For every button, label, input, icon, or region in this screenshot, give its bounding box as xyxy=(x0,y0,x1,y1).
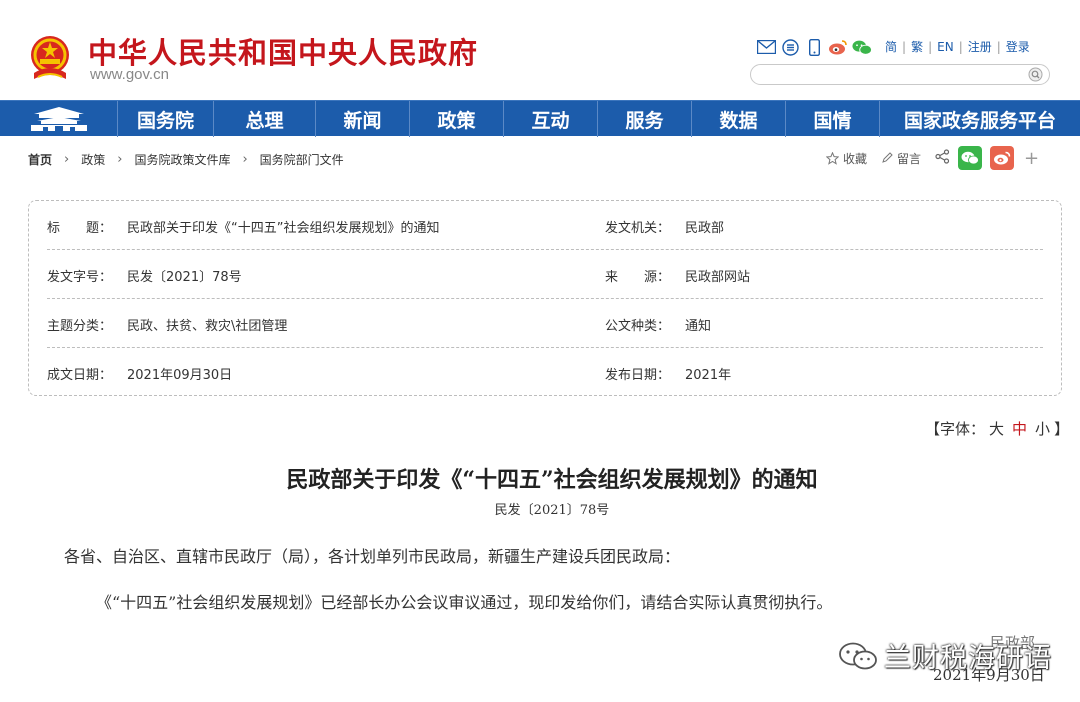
doc-type-value: 通知 xyxy=(685,319,712,334)
article-paragraph: 各省、自治区、直辖市民政厅（局），各计划单列市民政局，新疆生产建设兵团民政局： xyxy=(64,547,681,566)
lang-english-link[interactable]: EN xyxy=(937,40,954,54)
mobile-icon[interactable] xyxy=(804,38,824,56)
separator: | xyxy=(928,39,933,54)
issuer-label: 发文机关： xyxy=(605,221,671,236)
topic-label: 主题分类： xyxy=(47,319,113,334)
nav-item-policy[interactable]: 政策 xyxy=(410,101,504,137)
issuer-value: 民政部 xyxy=(685,221,725,236)
chevron-right-icon: › xyxy=(117,152,123,167)
nav-item-premier[interactable]: 总理 xyxy=(214,101,316,137)
share-wechat-button[interactable] xyxy=(958,146,983,170)
comment-button[interactable]: 留言 xyxy=(881,150,921,167)
source-value: 民政部网站 xyxy=(685,270,751,285)
info-row: 发文字号： 民发〔2021〕78号 来 源： 民政部网站 xyxy=(47,250,1043,299)
font-large-button[interactable]: 大 xyxy=(989,420,1004,438)
nav-item-service-platform[interactable]: 国家政务服务平台 xyxy=(880,101,1080,137)
article-doc-number: 民发〔2021〕78号 xyxy=(494,503,610,518)
doc-type-label: 公文种类： xyxy=(605,319,671,334)
info-row: 标 题： 民政部关于印发《“十四五”社会组织发展规划》的通知 发文机关： 民政部 xyxy=(47,201,1043,250)
doc-number-value: 民发〔2021〕78号 xyxy=(127,270,242,285)
main-nav: 国务院 总理 新闻 政策 互动 服务 数据 国情 国家政务服务平台 xyxy=(0,100,1080,137)
font-small-button[interactable]: 小 xyxy=(1035,420,1050,438)
document-info-table: 标 题： 民政部关于印发《“十四五”社会组织发展规划》的通知 发文机关： 民政部… xyxy=(28,200,1062,396)
wechat-watermark-icon xyxy=(839,642,877,669)
source-label: 来 源： xyxy=(605,270,671,285)
lang-simplified-link[interactable]: 简 xyxy=(885,38,897,55)
share-weibo-button[interactable] xyxy=(990,146,1015,170)
signature-date: 2021年9月30日 xyxy=(933,666,1045,684)
nav-item-news[interactable]: 新闻 xyxy=(316,101,410,137)
more-share-icon[interactable]: + xyxy=(1024,148,1039,169)
weibo-icon[interactable] xyxy=(828,38,848,56)
mail-icon[interactable] xyxy=(756,38,776,56)
doc-number-label: 发文字号： xyxy=(47,270,113,285)
separator: | xyxy=(996,39,1001,54)
topic-value: 民政、扶贫、救灾\社团管理 xyxy=(127,319,288,334)
nav-item-data[interactable]: 数据 xyxy=(692,101,786,137)
font-control-close: 】 xyxy=(1054,420,1070,438)
favorite-label: 收藏 xyxy=(843,151,868,166)
wechat-icon xyxy=(961,151,979,165)
info-row: 成文日期： 2021年09月30日 发布日期： 2021年 xyxy=(47,348,1043,397)
national-emblem-logo[interactable] xyxy=(26,33,74,85)
top-icon-bar xyxy=(756,37,872,57)
written-date-value: 2021年09月30日 xyxy=(127,368,233,383)
search-input[interactable] xyxy=(750,64,1050,85)
favorite-button[interactable]: 收藏 xyxy=(826,150,867,167)
nav-item-national-info[interactable]: 国情 xyxy=(786,101,880,137)
chevron-right-icon: › xyxy=(64,152,70,167)
nav-item-interaction[interactable]: 互动 xyxy=(504,101,598,137)
title-value: 民政部关于印发《“十四五”社会组织发展规划》的通知 xyxy=(127,221,440,236)
share-icon[interactable] xyxy=(935,149,950,167)
font-medium-button[interactable]: 中 xyxy=(1012,420,1027,438)
article-title: 民政部关于印发《“十四五”社会组织发展规划》的通知 xyxy=(286,467,818,493)
article-paragraph: 《“十四五”社会组织发展规划》已经部长办公会议审议通过，现印发给你们，请结合实际… xyxy=(96,593,833,612)
breadcrumb-policy-library[interactable]: 国务院政策文件库 xyxy=(134,151,230,168)
article-tools: 收藏 留言 + xyxy=(826,146,1039,170)
lang-traditional-link[interactable]: 繁 xyxy=(911,38,923,55)
font-control-open: 【字体： xyxy=(925,420,986,438)
written-date-label: 成文日期： xyxy=(47,368,113,383)
title-label: 标 题： xyxy=(47,221,113,236)
breadcrumb-home[interactable]: 首页 xyxy=(28,151,52,168)
info-row: 主题分类： 民政、扶贫、救灾\社团管理 公文种类： 通知 xyxy=(47,299,1043,348)
rss-icon[interactable] xyxy=(780,38,800,56)
tiananmen-icon xyxy=(30,107,87,131)
pencil-icon xyxy=(882,152,893,163)
publish-date-label: 发布日期： xyxy=(605,368,671,383)
site-url[interactable]: www.gov.cn xyxy=(90,66,169,83)
chevron-right-icon: › xyxy=(242,152,248,167)
wechat-icon[interactable] xyxy=(852,38,872,56)
search-icon[interactable] xyxy=(1028,67,1043,82)
separator: | xyxy=(958,39,963,54)
nav-home-logo[interactable] xyxy=(0,101,118,137)
nav-item-service[interactable]: 服务 xyxy=(598,101,692,137)
star-icon xyxy=(826,151,839,165)
comment-label: 留言 xyxy=(897,151,922,166)
top-links: 简 | 繁 | EN | 注册 | 登录 xyxy=(885,38,1030,55)
weibo-icon xyxy=(994,151,1011,165)
register-link[interactable]: 注册 xyxy=(968,38,992,55)
site-header: 中华人民共和国中央人民政府 www.gov.cn 简 | 繁 | EN | 注册… xyxy=(0,0,1080,100)
nav-item-state-council[interactable]: 国务院 xyxy=(118,101,214,137)
breadcrumb-policy[interactable]: 政策 xyxy=(81,151,105,168)
login-link[interactable]: 登录 xyxy=(1006,38,1030,55)
separator: | xyxy=(902,39,907,54)
breadcrumb-department-docs[interactable]: 国务院部门文件 xyxy=(260,151,344,168)
font-size-control: 【字体：大中小】 xyxy=(925,418,1069,439)
publish-date-value: 2021年 xyxy=(685,368,732,383)
breadcrumb: 首页 › 政策 › 国务院政策文件库 › 国务院部门文件 xyxy=(28,151,344,168)
